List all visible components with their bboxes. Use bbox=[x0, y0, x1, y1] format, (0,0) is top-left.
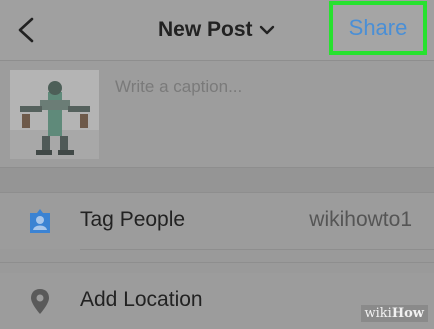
tag-person-icon bbox=[30, 209, 50, 233]
share-button[interactable]: Share bbox=[329, 1, 427, 55]
section-divider-2 bbox=[0, 262, 434, 263]
tag-people-label: Tag People bbox=[80, 208, 186, 231]
page-title: New Post bbox=[158, 18, 253, 41]
compose-section: Write a caption... bbox=[0, 61, 434, 167]
back-button[interactable] bbox=[14, 16, 38, 44]
row-divider bbox=[80, 249, 434, 250]
add-location-label: Add Location bbox=[80, 288, 203, 311]
location-pin-icon bbox=[31, 289, 49, 314]
post-thumbnail[interactable] bbox=[10, 70, 99, 159]
wikihow-watermark: wikiHow bbox=[360, 305, 428, 322]
title-dropdown[interactable]: New Post bbox=[158, 14, 275, 46]
tagged-username: wikihowto1 bbox=[309, 208, 412, 231]
chevron-down-icon bbox=[259, 25, 274, 35]
robot-figure-image bbox=[10, 70, 99, 159]
chevron-left-icon bbox=[18, 17, 34, 43]
caption-input[interactable]: Write a caption... bbox=[115, 77, 242, 97]
section-gap bbox=[0, 168, 434, 192]
tag-people-row[interactable]: Tag People wikihowto1 bbox=[0, 193, 434, 249]
top-bar: New Post Share bbox=[0, 0, 434, 60]
